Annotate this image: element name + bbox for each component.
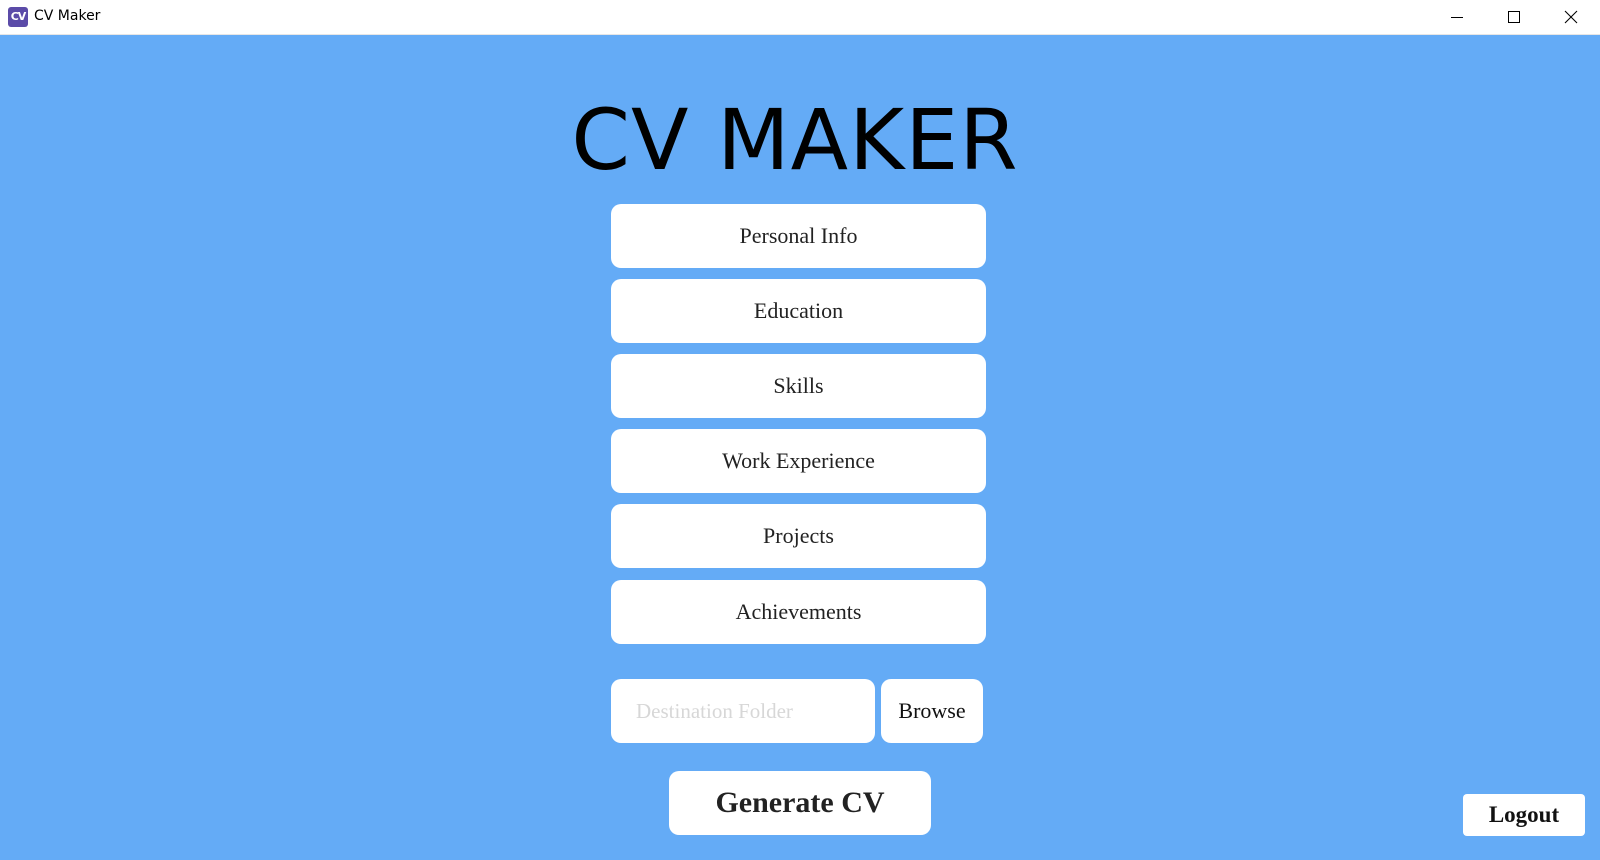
maximize-icon	[1508, 11, 1520, 23]
maximize-button[interactable]	[1485, 0, 1543, 34]
skills-button[interactable]: Skills	[611, 354, 986, 418]
generate-cv-button[interactable]: Generate CV	[669, 771, 931, 835]
close-icon	[1564, 10, 1578, 24]
logout-button[interactable]: Logout	[1463, 794, 1585, 836]
education-button[interactable]: Education	[611, 279, 986, 343]
browse-button[interactable]: Browse	[881, 679, 983, 743]
close-window-button[interactable]	[1542, 0, 1600, 34]
achievements-button[interactable]: Achievements	[611, 580, 986, 644]
main-panel: CV MAKER Personal Info Education Skills …	[0, 35, 1600, 860]
destination-folder-input[interactable]	[611, 679, 875, 743]
window-titlebar: CV CV Maker	[0, 0, 1600, 35]
window-title: CV Maker	[34, 8, 101, 24]
minimize-button[interactable]	[1428, 0, 1486, 34]
personal-info-button[interactable]: Personal Info	[611, 204, 986, 268]
minimize-icon	[1451, 17, 1463, 18]
app-heading: CV MAKER	[571, 91, 1019, 189]
work-experience-button[interactable]: Work Experience	[611, 429, 986, 493]
app-logo-icon: CV	[8, 7, 28, 27]
projects-button[interactable]: Projects	[611, 504, 986, 568]
